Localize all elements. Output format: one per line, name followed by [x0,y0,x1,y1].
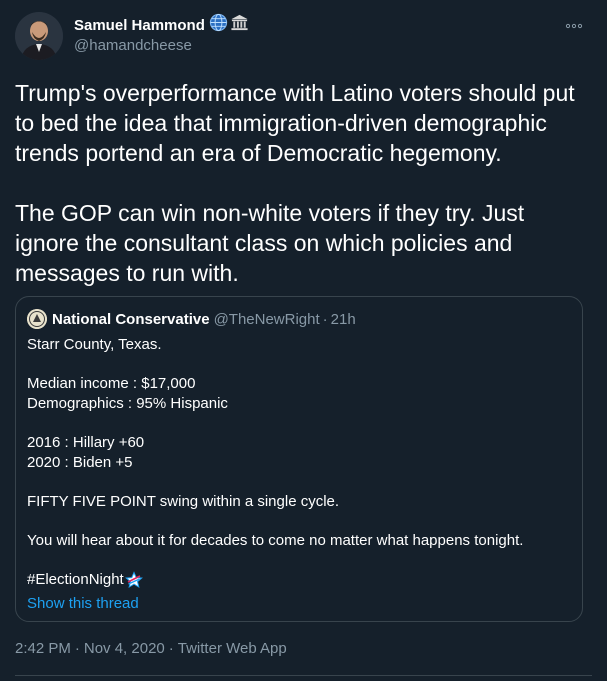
quoted-tweet-body: Starr County, Texas. Median income : $17… [27,335,572,590]
quoted-author-name: National Conservative [52,310,210,328]
quoted-tweet[interactable]: National Conservative @TheNewRight · 21h… [15,296,583,622]
quoted-timestamp: 21h [330,310,356,328]
quote-line-demographics: Demographics : 95% Hispanic [27,395,228,412]
more-options-icon[interactable] [565,18,583,29]
divider [15,675,592,676]
quote-line-hear: You will hear about it for decades to co… [27,532,524,549]
author-name[interactable]: Samuel Hammond [74,17,205,34]
globe-icon [209,13,228,37]
hashtag-text: #ElectionNight [27,571,124,588]
quoted-tweet-header: National Conservative @TheNewRight · 21h [27,309,356,329]
quote-line-2016: 2016 : Hillary +60 [27,434,145,451]
separator-dot: · [74,640,80,657]
separator-dot: · [168,640,174,657]
quote-line-swing: FIFTY FIVE POINT swing within a single c… [27,493,340,510]
show-thread-link[interactable]: Show this thread [27,595,139,612]
tweet: Samuel Hammond @hamandcheese Trump's ove… [0,0,607,681]
classical-building-icon [230,13,249,37]
tweet-meta: 2:42 PM · Nov 4, 2020 · Twitter Web App [15,640,287,657]
author-handle[interactable]: @hamandcheese [74,37,544,54]
quote-line-income: Median income : $17,000 [27,375,196,392]
tweet-date[interactable]: Nov 4, 2020 [84,640,165,657]
author-avatar[interactable] [15,12,63,60]
quoted-author-handle: @TheNewRight [213,310,320,328]
quote-line-county: Starr County, Texas. [27,336,162,353]
ballot-star-icon [124,571,143,589]
quote-line-2020: 2020 : Biden +5 [27,454,133,471]
quote-line-hashtag: #ElectionNight [27,570,572,590]
tweet-paragraph: Trump's overperformance with Latino vote… [15,80,575,166]
tweet-text: Trump's overperformance with Latino vote… [15,78,590,288]
author-block: Samuel Hammond @hamandcheese [74,13,544,54]
quoted-author-avatar [27,309,47,329]
separator-dot: · [322,310,328,328]
tweet-time[interactable]: 2:42 PM [15,640,71,657]
tweet-source[interactable]: Twitter Web App [178,640,287,657]
tweet-paragraph: The GOP can win non-white voters if they… [15,200,525,286]
